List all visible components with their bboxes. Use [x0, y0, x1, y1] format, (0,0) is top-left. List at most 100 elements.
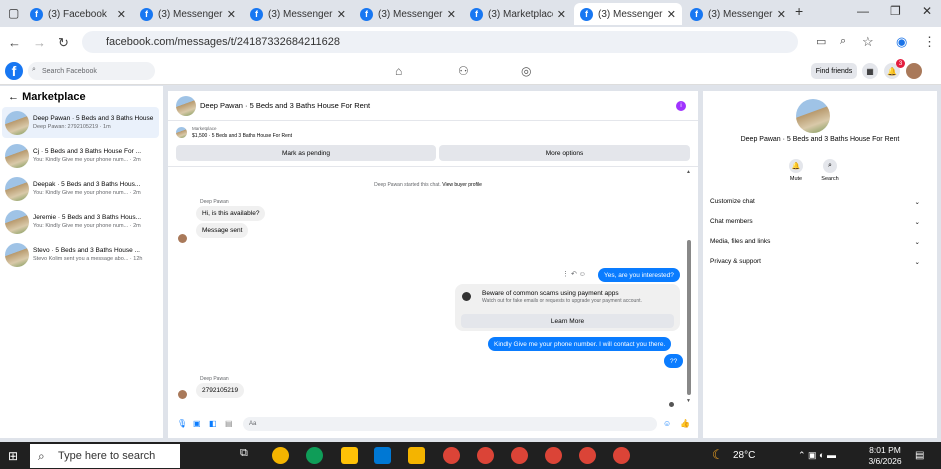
- chrome-icon[interactable]: [511, 447, 528, 464]
- learn-more-button[interactable]: Learn More: [461, 314, 674, 328]
- facebook-icon: f: [580, 7, 593, 21]
- weather-moon-icon[interactable]: ☾: [712, 447, 724, 463]
- chrome-icon[interactable]: [477, 447, 494, 464]
- sender-avatar: [178, 234, 187, 243]
- close-icon[interactable]: ✕: [447, 8, 456, 21]
- copilot-icon[interactable]: [272, 447, 289, 464]
- shield-icon: [462, 292, 471, 301]
- thumbs-up-icon[interactable]: 👍: [680, 419, 690, 428]
- file-explorer-icon[interactable]: [341, 447, 358, 464]
- bookmark-star-icon[interactable]: ☆: [862, 34, 874, 50]
- message-input[interactable]: Aa: [243, 417, 657, 431]
- reload-icon[interactable]: ↻: [58, 35, 69, 51]
- close-icon[interactable]: ✕: [227, 8, 236, 21]
- conversation-item[interactable]: Deepak · 5 Beds and 3 Baths Hous... You: …: [2, 173, 159, 204]
- groups-icon[interactable]: ◎: [521, 64, 531, 78]
- chrome-icon[interactable]: [613, 447, 630, 464]
- scroll-up-icon[interactable]: ▲: [686, 169, 691, 175]
- search-icon: ⌕: [38, 449, 45, 463]
- media-files-row[interactable]: Media, files and links ⌄: [710, 238, 920, 246]
- account-avatar[interactable]: [906, 63, 922, 79]
- windows-start-icon[interactable]: ⊞: [8, 449, 18, 463]
- sender-avatar: [178, 390, 187, 399]
- taskbar-search-input[interactable]: Type here to search: [30, 444, 180, 468]
- scam-warning-title: Beware of common scams using payment app…: [482, 290, 619, 297]
- back-icon[interactable]: ←: [8, 35, 21, 50]
- facebook-logo-icon[interactable]: f: [5, 62, 23, 80]
- menu-grid-icon[interactable]: ▦: [862, 63, 878, 79]
- browser-tab[interactable]: f (3) Messenger | ✕: [244, 3, 352, 25]
- view-profile-link[interactable]: View buyer profile: [442, 182, 482, 188]
- home-icon[interactable]: ⌂: [395, 64, 402, 78]
- sticker-icon[interactable]: ◧: [209, 419, 217, 428]
- url-field[interactable]: facebook.com/messages/t/2418733268421162…: [82, 31, 798, 53]
- listing-price[interactable]: $1,500 · 5 Beds and 3 Baths House For Re…: [192, 133, 292, 139]
- chat-members-row[interactable]: Chat members ⌄: [710, 218, 920, 226]
- edge-icon[interactable]: [306, 447, 323, 464]
- emoji-icon[interactable]: ☺: [663, 419, 671, 428]
- browser-tab[interactable]: f (3) Marketplace ✕: [464, 3, 572, 25]
- conversation-item[interactable]: Jeremie · 5 Beds and 3 Baths Hous... You:…: [2, 206, 159, 237]
- chevron-down-icon: ⌄: [914, 219, 920, 226]
- system-tray-icons[interactable]: ⌃ ▣ ◐ ▬: [798, 450, 836, 461]
- search-icon: ⌕: [32, 66, 36, 73]
- window-close-icon[interactable]: ✕: [922, 4, 932, 18]
- gif-icon[interactable]: ▤: [225, 419, 233, 428]
- menu-kebab-icon[interactable]: ⋮: [923, 34, 936, 50]
- notifications-icon[interactable]: ▤: [915, 450, 924, 461]
- microphone-icon[interactable]: 🎙: [177, 419, 187, 428]
- chat-scrollbar-thumb[interactable]: [687, 240, 691, 395]
- search-icon[interactable]: ⌕: [823, 159, 837, 173]
- restore-icon[interactable]: ❐: [890, 4, 901, 18]
- sidebar-title: ← Marketplace: [8, 91, 86, 103]
- facebook-icon: f: [250, 7, 263, 21]
- customize-chat-row[interactable]: Customize chat ⌄: [710, 198, 920, 206]
- friends-icon[interactable]: ⚇: [458, 64, 469, 78]
- more-options-button[interactable]: More options: [439, 145, 690, 161]
- task-view-icon[interactable]: ⧉: [240, 447, 257, 464]
- privacy-support-row[interactable]: Privacy & support ⌄: [710, 258, 920, 266]
- close-icon[interactable]: ✕: [117, 8, 126, 21]
- info-icon[interactable]: i: [676, 101, 686, 111]
- listing-thumbnail: [5, 143, 29, 168]
- chrome-icon[interactable]: [545, 447, 562, 464]
- conversation-item[interactable]: Deep Pawan · 5 Beds and 3 Baths House Fo…: [2, 107, 159, 138]
- tab-list-icon[interactable]: ▢: [8, 6, 19, 20]
- browser-tab[interactable]: f (3) Messenger | ✕: [134, 3, 242, 25]
- cast-icon[interactable]: ▭: [816, 35, 826, 48]
- conversation-item[interactable]: Stevo · 5 Beds and 3 Baths House ... Stev…: [2, 239, 159, 270]
- facebook-icon: f: [470, 7, 483, 21]
- listing-thumbnail: [5, 242, 29, 267]
- close-icon[interactable]: ✕: [337, 8, 346, 21]
- close-icon[interactable]: ✕: [667, 8, 676, 21]
- forward-icon[interactable]: →: [33, 35, 46, 50]
- browser-tab[interactable]: f (3) Messenger | ✕: [354, 3, 462, 25]
- store-icon[interactable]: [408, 447, 425, 464]
- new-tab-icon[interactable]: +: [795, 3, 803, 19]
- chrome-icon[interactable]: [443, 447, 460, 464]
- mark-pending-button[interactable]: Mark as pending: [176, 145, 436, 161]
- notification-badge: 3: [896, 59, 905, 68]
- minimize-icon[interactable]: —: [857, 4, 869, 18]
- find-friends-button[interactable]: Find friends: [811, 63, 857, 79]
- close-icon[interactable]: ✕: [777, 8, 786, 21]
- browser-tab[interactable]: f (3) Facebook ✕: [24, 3, 132, 25]
- conversation-item[interactable]: Cj · 5 Beds and 3 Baths House For ... You…: [2, 140, 159, 171]
- chrome-icon[interactable]: [579, 447, 596, 464]
- chat-title[interactable]: Deep Pawan · 5 Beds and 3 Baths House Fo…: [200, 101, 370, 110]
- zoom-icon[interactable]: ⌕: [840, 35, 846, 48]
- image-icon[interactable]: ▣: [193, 419, 201, 428]
- mute-label: Mute: [789, 176, 803, 182]
- facebook-search-input[interactable]: Search Facebook: [28, 62, 155, 80]
- scroll-down-icon[interactable]: ▼: [686, 398, 691, 404]
- message-actions-icons[interactable]: ⋮ ↶ ☺: [562, 270, 586, 278]
- mail-icon[interactable]: [374, 447, 391, 464]
- clock[interactable]: 8:01 PM 3/6/2026: [860, 445, 910, 467]
- back-arrow-icon[interactable]: ←: [8, 91, 22, 103]
- profile-icon[interactable]: ◉: [896, 34, 907, 50]
- browser-tab-active[interactable]: f (3) Messenger | ✕: [574, 3, 682, 25]
- temperature[interactable]: 28°C: [733, 450, 755, 461]
- mute-bell-icon[interactable]: 🔔: [789, 159, 803, 173]
- browser-tab[interactable]: f (3) Messenger | ✕: [684, 3, 792, 25]
- close-icon[interactable]: ✕: [557, 8, 566, 21]
